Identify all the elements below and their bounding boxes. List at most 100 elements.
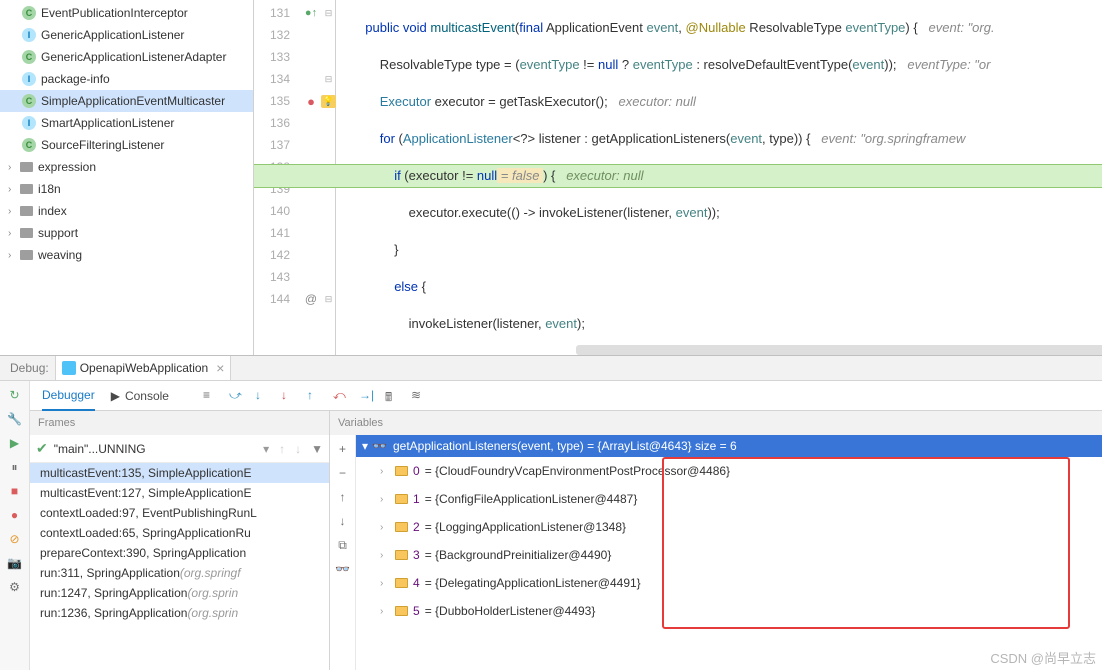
stack-frame[interactable]: prepareContext:390, SpringApplication <box>30 543 329 563</box>
override-icon[interactable]: ●↑ <box>305 7 317 19</box>
tree-label: GenericApplicationListener <box>41 28 184 42</box>
tree-folder[interactable]: ›index <box>0 200 253 222</box>
field-icon <box>395 494 408 504</box>
evaluate-icon[interactable]: 🖩 <box>385 388 401 404</box>
inline-hint: event: "org.springframew <box>821 131 965 146</box>
tree-file[interactable]: C SourceFilteringListener <box>0 134 253 156</box>
run-configuration-tab[interactable]: OpenapiWebApplication × <box>55 356 232 380</box>
stack-frame[interactable]: run:1236, SpringApplication (org.sprin <box>30 603 329 623</box>
class-icon: C <box>22 138 36 152</box>
copy-icon[interactable]: ⧉ <box>335 537 351 553</box>
next-frame-icon[interactable]: ↓ <box>295 442 301 456</box>
tree-folder[interactable]: ›weaving <box>0 244 253 266</box>
variable-item[interactable]: › 1 = {ConfigFileApplicationListener@448… <box>330 485 1102 513</box>
override-icon[interactable]: @ <box>305 292 317 306</box>
tree-file[interactable]: CGenericApplicationListenerAdapter <box>0 46 253 68</box>
stack-frame[interactable]: run:311, SpringApplication (org.springf <box>30 563 329 583</box>
pause-icon[interactable]: ⏸ <box>7 459 23 475</box>
folder-label: expression <box>38 160 96 174</box>
horizontal-scrollbar[interactable] <box>576 345 1102 355</box>
debug-header: Debug: OpenapiWebApplication × <box>0 356 1102 381</box>
rerun-icon[interactable]: ↻ <box>7 387 23 403</box>
step-over-icon[interactable]: ⤻ <box>229 388 245 404</box>
stop-icon[interactable]: ■ <box>7 483 23 499</box>
stack-frame[interactable]: run:1247, SpringApplication (org.sprin <box>30 583 329 603</box>
trace-icon[interactable]: ≋ <box>411 388 427 404</box>
variable-item[interactable]: › 2 = {LoggingApplicationListener@1348} <box>330 513 1102 541</box>
glasses-icon[interactable]: 👓 <box>335 561 351 577</box>
stack-frame[interactable]: contextLoaded:97, EventPublishingRunL <box>30 503 329 523</box>
interface-icon: I <box>22 28 36 42</box>
camera-icon[interactable]: 📷 <box>7 555 23 571</box>
code-editor[interactable]: 1311321331341351361371381391401411421431… <box>254 0 1102 355</box>
tree-folder[interactable]: › expression <box>0 156 253 178</box>
breakpoint-icon[interactable]: ● <box>307 94 315 109</box>
close-icon[interactable]: × <box>216 360 224 376</box>
interface-icon: I <box>22 72 36 86</box>
step-out-icon[interactable]: ↑ <box>307 388 323 404</box>
remove-watch-icon[interactable]: − <box>335 465 351 481</box>
tree-file[interactable]: Ipackage-info <box>0 68 253 90</box>
filter-icon[interactable]: ▼ <box>311 442 323 456</box>
chevron-right-icon: › <box>380 466 390 477</box>
mute-bp-icon[interactable]: ⊘ <box>7 531 23 547</box>
run-to-cursor-icon[interactable]: →| <box>359 388 375 404</box>
field-icon <box>395 522 408 532</box>
watch-text: getApplicationListeners(event, type) = {… <box>393 439 737 453</box>
prev-frame-icon[interactable]: ↑ <box>279 442 285 456</box>
debug-tabs: Debugger ▶ Console ≡ ⤻ ↓ ↓ ↑ ⤺ →| 🖩 ≋ <box>30 381 1102 411</box>
chevron-right-icon: › <box>8 162 20 173</box>
project-tree[interactable]: CEventPublicationInterceptor I GenericAppl… <box>0 0 254 355</box>
variable-item[interactable]: › 3 = {BackgroundPreinitializer@4490} <box>330 541 1102 569</box>
watch-expression[interactable]: ▾👓 getApplicationListeners(event, type) … <box>330 435 1102 457</box>
debugger-tab[interactable]: Debugger <box>42 381 95 411</box>
inline-hint: event: "org. <box>929 20 995 35</box>
stack-frame[interactable]: multicastEvent:127, SimpleApplicationE <box>30 483 329 503</box>
tree-label: SimpleApplicationEventMulticaster <box>41 94 225 108</box>
threads-icon[interactable]: ≡ <box>203 388 219 404</box>
variable-item[interactable]: › 4 = {DelegatingApplicationListener@449… <box>330 569 1102 597</box>
variable-item[interactable]: › 0 = {CloudFoundryVcapEnvironmentPostPr… <box>330 457 1102 485</box>
tree-label: SmartApplicationListener <box>41 116 174 130</box>
field-icon <box>395 578 408 588</box>
frames-panel: Frames ✔ "main"...UNNING ▾ ↑ ↓ ▼ multica… <box>30 411 330 670</box>
check-icon: ✔ <box>36 440 48 457</box>
tree-file[interactable]: I SmartApplicationListener <box>0 112 253 134</box>
thread-selector[interactable]: ✔ "main"...UNNING ▾ ↑ ↓ ▼ <box>30 435 329 463</box>
drop-frame-icon[interactable]: ⤺ <box>333 388 349 404</box>
modify-run-icon[interactable]: 🔧 <box>7 411 23 427</box>
tree-folder[interactable]: ›support <box>0 222 253 244</box>
step-into-icon[interactable]: ↓ <box>255 388 271 404</box>
up-icon[interactable]: ↑ <box>335 489 351 505</box>
stack-frame[interactable]: multicastEvent:135, SimpleApplicationE <box>30 463 329 483</box>
tree-folder[interactable]: ›i18n <box>0 178 253 200</box>
breakpoints-icon[interactable]: ● <box>7 507 23 523</box>
chevron-right-icon: › <box>380 522 390 533</box>
thread-name: "main"...UNNING <box>54 442 146 456</box>
add-watch-icon[interactable]: + <box>335 441 351 457</box>
resume-icon[interactable]: ▶ <box>7 435 23 451</box>
tree-label: GenericApplicationListenerAdapter <box>41 50 226 64</box>
console-tab[interactable]: ▶ Console <box>111 381 169 411</box>
chevron-down-icon[interactable]: ▾ <box>263 442 269 456</box>
frames-header: Frames <box>30 411 329 435</box>
down-icon[interactable]: ↓ <box>335 513 351 529</box>
breakpoint-line[interactable]: if (executor != null = false ) { executo… <box>254 165 1102 187</box>
chevron-right-icon: › <box>8 228 20 239</box>
settings-icon[interactable]: ⚙ <box>7 579 23 595</box>
debug-label: Debug: <box>0 361 55 375</box>
tree-file[interactable]: CEventPublicationInterceptor <box>0 2 253 24</box>
tree-label: SourceFilteringListener <box>41 138 164 152</box>
app-icon <box>62 361 76 375</box>
bulb-icon[interactable]: 💡 <box>321 95 336 108</box>
inline-hint: executor: null <box>619 94 696 109</box>
stack-frame[interactable]: contextLoaded:65, SpringApplicationRu <box>30 523 329 543</box>
force-step-into-icon[interactable]: ↓ <box>281 388 297 404</box>
chevron-right-icon: › <box>8 250 20 261</box>
tree-file[interactable]: I GenericApplicationListener <box>0 24 253 46</box>
tree-file[interactable]: CSimpleApplicationEventMulticaster <box>0 90 253 112</box>
eval-result: = false <box>497 168 543 183</box>
field-icon <box>395 606 408 616</box>
interface-icon: I <box>22 116 36 130</box>
variable-item[interactable]: › 5 = {DubboHolderListener@4493} <box>330 597 1102 625</box>
